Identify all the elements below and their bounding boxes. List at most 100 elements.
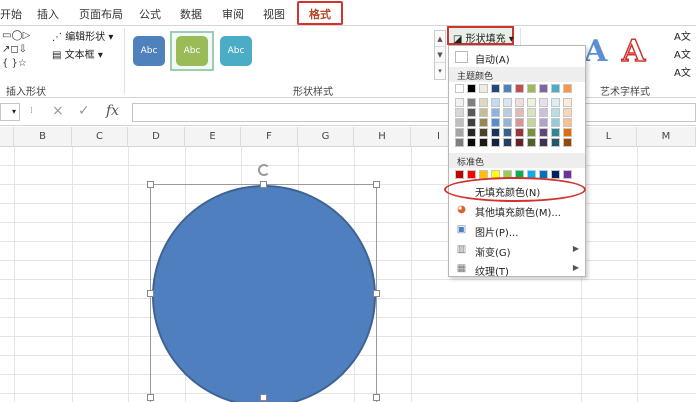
tab-home[interactable]: 开始: [0, 6, 22, 22]
theme-shade-swatch[interactable]: [467, 138, 476, 147]
theme-shade-swatch[interactable]: [479, 138, 488, 147]
resize-handle[interactable]: [373, 394, 380, 401]
theme-shade-swatch[interactable]: [491, 108, 500, 117]
theme-shade-swatch[interactable]: [491, 118, 500, 127]
theme-shade-swatch[interactable]: [563, 128, 572, 137]
shape-style-6[interactable]: Abc: [352, 36, 384, 66]
textbox-button[interactable]: ▤ 文本框 ▾: [52, 46, 103, 61]
tab-page-layout[interactable]: 页面布局: [79, 6, 123, 22]
wordart-style-blue[interactable]: A: [584, 34, 607, 69]
theme-shade-swatch[interactable]: [527, 118, 536, 127]
resize-handle[interactable]: [260, 394, 267, 401]
theme-shade-swatch[interactable]: [527, 98, 536, 107]
theme-shade-swatch[interactable]: [563, 98, 572, 107]
picture-fill-item[interactable]: ▣ 图片(P)...: [449, 221, 585, 239]
theme-shade-swatch[interactable]: [455, 118, 464, 127]
shape-gallery-icon[interactable]: ▭◯▷: [2, 30, 30, 41]
theme-shade-swatch[interactable]: [551, 128, 560, 137]
theme-shade-swatch[interactable]: [539, 138, 548, 147]
shape-style-2[interactable]: Abc: [176, 36, 208, 66]
theme-shade-swatch[interactable]: [563, 108, 572, 117]
tab-review[interactable]: 审阅: [222, 6, 244, 22]
more-fill-colors-item[interactable]: ◕ 其他填充颜色(M)...: [449, 201, 585, 219]
theme-color-swatch[interactable]: [563, 84, 572, 93]
scroll-down-icon[interactable]: ▼: [435, 47, 445, 63]
tab-formulas[interactable]: 公式: [139, 6, 161, 22]
theme-shade-swatch[interactable]: [455, 128, 464, 137]
column-header[interactable]: E: [185, 127, 241, 147]
column-header[interactable]: B: [14, 127, 72, 147]
theme-shade-swatch[interactable]: [479, 98, 488, 107]
resize-handle[interactable]: [373, 290, 380, 297]
theme-shade-swatch[interactable]: [491, 98, 500, 107]
resize-handle[interactable]: [260, 181, 267, 188]
theme-shade-swatch[interactable]: [455, 98, 464, 107]
edit-shape-button[interactable]: ⋰ 编辑形状 ▾: [52, 28, 113, 43]
cancel-icon[interactable]: ×: [52, 103, 64, 119]
theme-shade-swatch[interactable]: [515, 118, 524, 127]
column-header[interactable]: G: [298, 127, 354, 147]
theme-shade-swatch[interactable]: [455, 138, 464, 147]
resize-handle[interactable]: [147, 181, 154, 188]
theme-shade-swatch[interactable]: [551, 138, 560, 147]
text-fill-button[interactable]: A文: [674, 28, 691, 43]
theme-shade-swatch[interactable]: [503, 98, 512, 107]
theme-shade-swatch[interactable]: [539, 108, 548, 117]
shape-style-4[interactable]: Abc: [264, 36, 296, 66]
theme-shade-swatch[interactable]: [467, 108, 476, 117]
standard-color-swatch[interactable]: [455, 170, 464, 179]
shape-style-1[interactable]: Abc: [133, 36, 165, 66]
theme-shade-swatch[interactable]: [455, 108, 464, 117]
theme-shade-swatch[interactable]: [539, 98, 548, 107]
circle-shape[interactable]: [152, 185, 376, 402]
theme-shade-swatch[interactable]: [491, 128, 500, 137]
standard-color-swatch[interactable]: [563, 170, 572, 179]
theme-shade-swatch[interactable]: [467, 98, 476, 107]
standard-color-swatch[interactable]: [551, 170, 560, 179]
insert-function-icon[interactable]: fx: [106, 103, 119, 119]
tab-data[interactable]: 数据: [180, 6, 202, 22]
shape-style-5[interactable]: Abc: [308, 36, 340, 66]
column-header[interactable]: D: [128, 127, 185, 147]
shape-gallery-icon-row3[interactable]: { }☆: [2, 58, 27, 69]
formula-input[interactable]: [132, 103, 696, 122]
scroll-up-icon[interactable]: ▲: [435, 31, 445, 47]
theme-shade-swatch[interactable]: [527, 108, 536, 117]
theme-shade-swatch[interactable]: [503, 118, 512, 127]
theme-color-swatch[interactable]: [455, 84, 464, 93]
theme-shade-swatch[interactable]: [539, 118, 548, 127]
theme-color-swatch[interactable]: [479, 84, 488, 93]
text-effects-button[interactable]: A文: [674, 64, 691, 79]
theme-color-swatch[interactable]: [515, 84, 524, 93]
more-icon[interactable]: ▾: [435, 63, 445, 79]
theme-color-swatch[interactable]: [527, 84, 536, 93]
corner-select-all[interactable]: [0, 127, 14, 147]
theme-shade-swatch[interactable]: [527, 138, 536, 147]
theme-shade-swatch[interactable]: [563, 138, 572, 147]
standard-color-swatch[interactable]: [467, 170, 476, 179]
texture-fill-item[interactable]: ▦ 纹理(T) ▶: [449, 260, 585, 278]
style-gallery-scroll[interactable]: ▲ ▼ ▾: [434, 30, 446, 80]
resize-handle[interactable]: [147, 394, 154, 401]
theme-shade-swatch[interactable]: [551, 108, 560, 117]
shape-gallery-icon-row2[interactable]: ↗◻⇩: [2, 44, 27, 55]
shape-fill-button[interactable]: ◪ 形状填充 ▾: [447, 26, 514, 45]
theme-shade-swatch[interactable]: [491, 138, 500, 147]
theme-shade-swatch[interactable]: [551, 98, 560, 107]
theme-shade-swatch[interactable]: [551, 118, 560, 127]
theme-shade-swatch[interactable]: [503, 138, 512, 147]
theme-shade-swatch[interactable]: [515, 138, 524, 147]
rotate-handle-icon[interactable]: [258, 164, 270, 176]
theme-shade-swatch[interactable]: [503, 128, 512, 137]
theme-shade-swatch[interactable]: [467, 128, 476, 137]
automatic-fill-item[interactable]: 自动(A): [449, 48, 585, 66]
column-header[interactable]: H: [354, 127, 411, 147]
theme-shade-swatch[interactable]: [527, 128, 536, 137]
theme-color-swatch[interactable]: [551, 84, 560, 93]
shape-style-3[interactable]: Abc: [220, 36, 252, 66]
text-outline-button[interactable]: A文: [674, 46, 691, 61]
column-header[interactable]: F: [241, 127, 298, 147]
resize-handle[interactable]: [373, 181, 380, 188]
column-header[interactable]: C: [72, 127, 128, 147]
theme-color-swatch[interactable]: [491, 84, 500, 93]
